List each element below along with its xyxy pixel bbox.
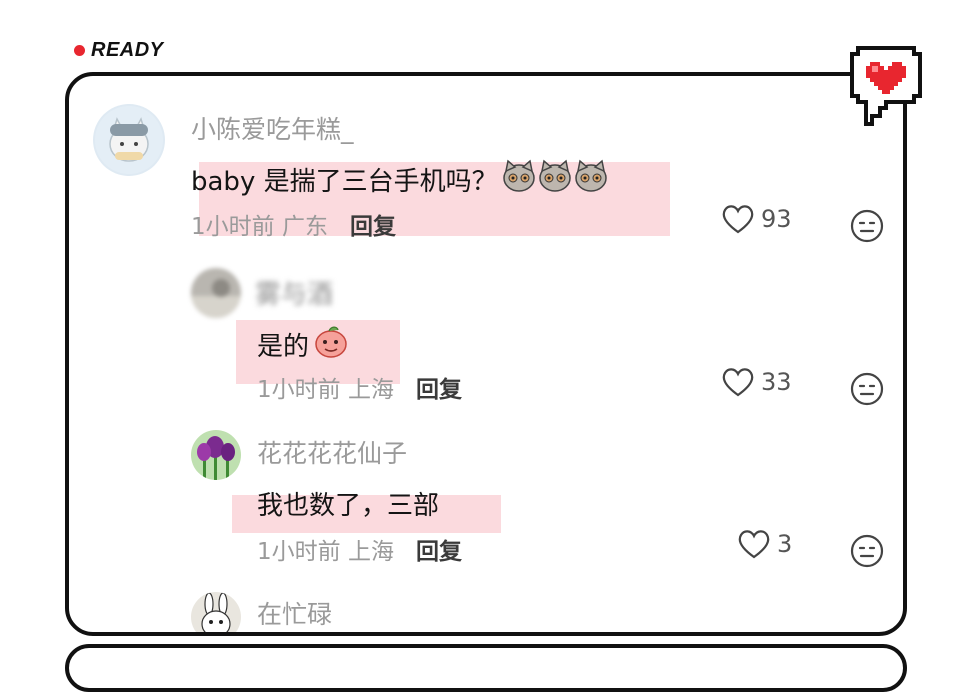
comment-text-label: 是的: [257, 332, 310, 362]
comment-text: 是的: [257, 323, 349, 366]
avatar[interactable]: [191, 430, 241, 480]
comment-username[interactable]: 花花花花仙子: [257, 434, 407, 470]
comment-username[interactable]: 小陈爱吃年糕_: [191, 110, 354, 146]
reply-button[interactable]: 回复: [416, 539, 462, 565]
comment-meta: 1小时前 上海 回复: [257, 370, 462, 404]
comment-text-label: baby 是揣了三台手机吗？: [191, 167, 498, 197]
status-label: READY: [91, 39, 164, 61]
comment-meta: 1小时前 上海 回复: [257, 532, 462, 566]
comments-card: 小陈爱吃年糕_ baby 是揣了三台手机吗？ 1小时前 广东 回复 93 雾与酒…: [65, 72, 907, 636]
like-button[interactable]: 33: [721, 367, 792, 397]
heart-outline-icon: [722, 368, 754, 397]
comment-meta: 1小时前 广东 回复: [191, 207, 396, 241]
like-count: 33: [761, 368, 792, 396]
like-button[interactable]: 3: [737, 529, 792, 559]
comment-text: baby 是揣了三台手机吗？: [191, 159, 610, 200]
ready-status: READY: [74, 39, 164, 62]
rabbit-avatar-icon: [191, 592, 241, 632]
comment-text: 我也数了，三部: [257, 485, 439, 522]
comment-username-blurred[interactable]: 雾与酒: [255, 274, 333, 311]
dislike-face-icon[interactable]: [849, 533, 885, 573]
dislike-face-icon[interactable]: [849, 208, 885, 248]
avatar[interactable]: [191, 592, 241, 632]
like-count: 93: [761, 205, 792, 233]
heart-outline-icon: [722, 205, 754, 234]
cat-avatar-icon: [95, 106, 163, 174]
status-dot: [74, 45, 85, 56]
cat-face-icon: [502, 159, 610, 200]
time-location: 1小时前 上海: [257, 377, 394, 403]
heart-bubble-icon: [846, 40, 926, 130]
tulip-avatar-icon: [191, 430, 241, 480]
avatar[interactable]: [93, 104, 165, 176]
reply-button[interactable]: 回复: [350, 214, 396, 240]
blurred-avatar-icon: [191, 268, 241, 318]
comment-text-label: 我也数了，三部: [257, 491, 440, 521]
heart-outline-icon: [738, 530, 770, 559]
peach-face-icon: [313, 323, 349, 366]
time-location: 1小时前 广东: [191, 214, 328, 240]
next-card: [65, 644, 907, 692]
reply-button[interactable]: 回复: [416, 377, 462, 403]
avatar[interactable]: [191, 268, 241, 318]
dislike-face-icon[interactable]: [849, 371, 885, 411]
like-count: 3: [777, 530, 793, 558]
time-location: 1小时前 上海: [257, 539, 394, 565]
like-button[interactable]: 93: [721, 204, 792, 234]
comment-username[interactable]: 在忙碌: [257, 595, 332, 631]
